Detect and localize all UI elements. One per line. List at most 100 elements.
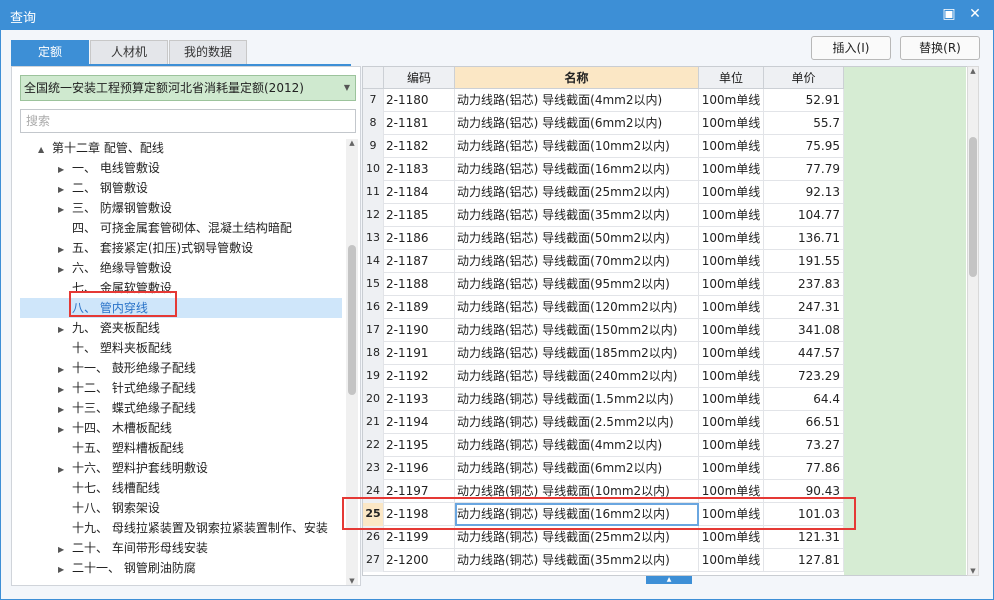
price-cell[interactable]: 73.27 <box>764 434 844 457</box>
price-cell[interactable]: 104.77 <box>764 204 844 227</box>
price-cell[interactable]: 136.71 <box>764 227 844 250</box>
unit-cell[interactable]: 100m单线 <box>699 549 764 572</box>
name-cell[interactable]: 动力线路(铝芯) 导线截面(240mm2以内) <box>455 365 699 388</box>
code-cell[interactable]: 2-1191 <box>384 342 455 365</box>
name-cell[interactable]: 动力线路(铜芯) 导线截面(6mm2以内) <box>455 457 699 480</box>
price-cell[interactable]: 723.29 <box>764 365 844 388</box>
code-cell[interactable]: 2-1190 <box>384 319 455 342</box>
name-cell[interactable]: 动力线路(铝芯) 导线截面(120mm2以内) <box>455 296 699 319</box>
scroll-down-icon[interactable]: ▼ <box>346 577 358 585</box>
unit-cell[interactable]: 100m单线 <box>699 342 764 365</box>
tab-quota[interactable]: 定额 <box>11 40 89 64</box>
table-row[interactable]: 12 2-1185 动力线路(铝芯) 导线截面(35mm2以内) 100m单线 104.… <box>363 204 844 227</box>
row-number[interactable]: 12 <box>363 204 384 227</box>
grid-scrollbar[interactable]: ▲ ▼ <box>967 66 979 576</box>
row-number[interactable]: 16 <box>363 296 384 319</box>
table-row[interactable]: 11 2-1184 动力线路(铝芯) 导线截面(25mm2以内) 100m单线 92.1… <box>363 181 844 204</box>
code-cell[interactable]: 2-1186 <box>384 227 455 250</box>
row-number[interactable]: 10 <box>363 158 384 181</box>
unit-cell[interactable]: 100m单线 <box>699 434 764 457</box>
row-number[interactable]: 9 <box>363 135 384 158</box>
name-cell[interactable]: 动力线路(铜芯) 导线截面(2.5mm2以内) <box>455 411 699 434</box>
code-cell[interactable]: 2-1181 <box>384 112 455 135</box>
table-row[interactable]: 21 2-1194 动力线路(铜芯) 导线截面(2.5mm2以内) 100m单线 66.… <box>363 411 844 434</box>
price-cell[interactable]: 64.4 <box>764 388 844 411</box>
tree-item[interactable]: ▶ 五、 套接紧定(扣压)式钢导管敷设 <box>58 238 253 258</box>
unit-cell[interactable]: 100m单线 <box>699 89 764 112</box>
name-cell[interactable]: 动力线路(铝芯) 导线截面(185mm2以内) <box>455 342 699 365</box>
price-cell[interactable]: 52.91 <box>764 89 844 112</box>
row-number[interactable]: 14 <box>363 250 384 273</box>
unit-cell[interactable]: 100m单线 <box>699 319 764 342</box>
tree-item[interactable]: 十、 塑料夹板配线 <box>58 338 172 358</box>
expand-chevron-icon[interactable]: ▶ <box>58 560 72 578</box>
code-cell[interactable]: 2-1183 <box>384 158 455 181</box>
row-number[interactable]: 13 <box>363 227 384 250</box>
expand-chevron-icon[interactable]: ▶ <box>58 240 72 260</box>
price-cell[interactable]: 55.7 <box>764 112 844 135</box>
expand-chevron-icon[interactable]: ▶ <box>58 200 72 220</box>
scroll-up-icon[interactable]: ▲ <box>346 139 358 147</box>
tab-labor-material-machine[interactable]: 人材机 <box>90 40 168 64</box>
table-row[interactable]: 10 2-1183 动力线路(铝芯) 导线截面(16mm2以内) 100m单线 77.7… <box>363 158 844 181</box>
name-cell[interactable]: 动力线路(铝芯) 导线截面(70mm2以内) <box>455 250 699 273</box>
unit-cell[interactable]: 100m单线 <box>699 158 764 181</box>
tree-item[interactable]: ▶ 三、 防爆钢管敷设 <box>58 198 172 218</box>
expand-chevron-icon[interactable]: ▶ <box>58 160 72 180</box>
price-cell[interactable]: 92.13 <box>764 181 844 204</box>
table-row[interactable]: 14 2-1187 动力线路(铝芯) 导线截面(70mm2以内) 100m单线 191.… <box>363 250 844 273</box>
code-cell[interactable]: 2-1180 <box>384 89 455 112</box>
name-cell[interactable]: 动力线路(铜芯) 导线截面(35mm2以内) <box>455 549 699 572</box>
tree-item[interactable]: ▶ 二十、 车间带形母线安装 <box>58 538 208 558</box>
table-row[interactable]: 17 2-1190 动力线路(铝芯) 导线截面(150mm2以内) 100m单线 341… <box>363 319 844 342</box>
unit-cell[interactable]: 100m单线 <box>699 365 764 388</box>
tab-my-data[interactable]: 我的数据 <box>169 40 247 64</box>
name-cell[interactable]: 动力线路(铜芯) 导线截面(4mm2以内) <box>455 434 699 457</box>
price-cell[interactable]: 77.79 <box>764 158 844 181</box>
unit-cell[interactable]: 100m单线 <box>699 135 764 158</box>
code-cell[interactable]: 2-1195 <box>384 434 455 457</box>
name-cell[interactable]: 动力线路(铝芯) 导线截面(4mm2以内) <box>455 89 699 112</box>
header-name[interactable]: 名称 <box>455 67 699 89</box>
expand-chevron-icon[interactable]: ▶ <box>58 260 72 280</box>
header-price[interactable]: 单价 <box>764 67 844 89</box>
quota-library-select[interactable]: 全国统一安装工程预算定额河北省消耗量定额(2012) ▼ <box>20 75 356 101</box>
row-number[interactable]: 23 <box>363 457 384 480</box>
row-number[interactable]: 8 <box>363 112 384 135</box>
tree-item[interactable]: ▶ 六、 绝缘导管敷设 <box>58 258 172 278</box>
tree-item[interactable]: ▶ 十三、 蝶式绝缘子配线 <box>58 398 196 418</box>
table-row[interactable]: 20 2-1193 动力线路(铜芯) 导线截面(1.5mm2以内) 100m单线 64.… <box>363 388 844 411</box>
table-row[interactable]: 22 2-1195 动力线路(铜芯) 导线截面(4mm2以内) 100m单线 73.27 <box>363 434 844 457</box>
name-cell[interactable]: 动力线路(铝芯) 导线截面(150mm2以内) <box>455 319 699 342</box>
tree-item[interactable]: ▲ 第十二章 配管、配线 <box>38 138 164 158</box>
tree-item[interactable]: ▶ 十一、 鼓形绝缘子配线 <box>58 358 196 378</box>
row-number[interactable]: 21 <box>363 411 384 434</box>
table-row[interactable]: 8 2-1181 动力线路(铝芯) 导线截面(6mm2以内) 100m单线 55.7 <box>363 112 844 135</box>
code-cell[interactable]: 2-1193 <box>384 388 455 411</box>
expand-chevron-icon[interactable]: ▶ <box>58 460 72 480</box>
price-cell[interactable]: 237.83 <box>764 273 844 296</box>
unit-cell[interactable]: 100m单线 <box>699 296 764 319</box>
expand-chevron-icon[interactable]: ▶ <box>58 320 72 340</box>
collapse-handle-icon[interactable]: ▲ <box>646 576 692 584</box>
row-number[interactable]: 11 <box>363 181 384 204</box>
price-cell[interactable]: 447.57 <box>764 342 844 365</box>
expand-chevron-icon[interactable]: ▶ <box>58 360 72 380</box>
table-row[interactable]: 23 2-1196 动力线路(铜芯) 导线截面(6mm2以内) 100m单线 77.86 <box>363 457 844 480</box>
tree-item[interactable]: ▶ 二、 钢管敷设 <box>58 178 148 198</box>
row-number[interactable]: 18 <box>363 342 384 365</box>
table-row[interactable]: 19 2-1192 动力线路(铝芯) 导线截面(240mm2以内) 100m单线 723… <box>363 365 844 388</box>
tree-item[interactable]: ▶ 一、 电线管敷设 <box>58 158 160 178</box>
price-cell[interactable]: 75.95 <box>764 135 844 158</box>
unit-cell[interactable]: 100m单线 <box>699 273 764 296</box>
expand-chevron-icon[interactable]: ▲ <box>38 140 52 160</box>
name-cell[interactable]: 动力线路(铝芯) 导线截面(95mm2以内) <box>455 273 699 296</box>
scroll-down-icon[interactable]: ▼ <box>968 567 978 575</box>
table-row[interactable]: 16 2-1189 动力线路(铝芯) 导线截面(120mm2以内) 100m单线 247… <box>363 296 844 319</box>
code-cell[interactable]: 2-1192 <box>384 365 455 388</box>
table-row[interactable]: 9 2-1182 动力线路(铝芯) 导线截面(10mm2以内) 100m单线 75.95 <box>363 135 844 158</box>
table-row[interactable]: 18 2-1191 动力线路(铝芯) 导线截面(185mm2以内) 100m单线 447… <box>363 342 844 365</box>
code-cell[interactable]: 2-1200 <box>384 549 455 572</box>
header-unit[interactable]: 单位 <box>699 67 764 89</box>
row-number[interactable]: 27 <box>363 549 384 572</box>
